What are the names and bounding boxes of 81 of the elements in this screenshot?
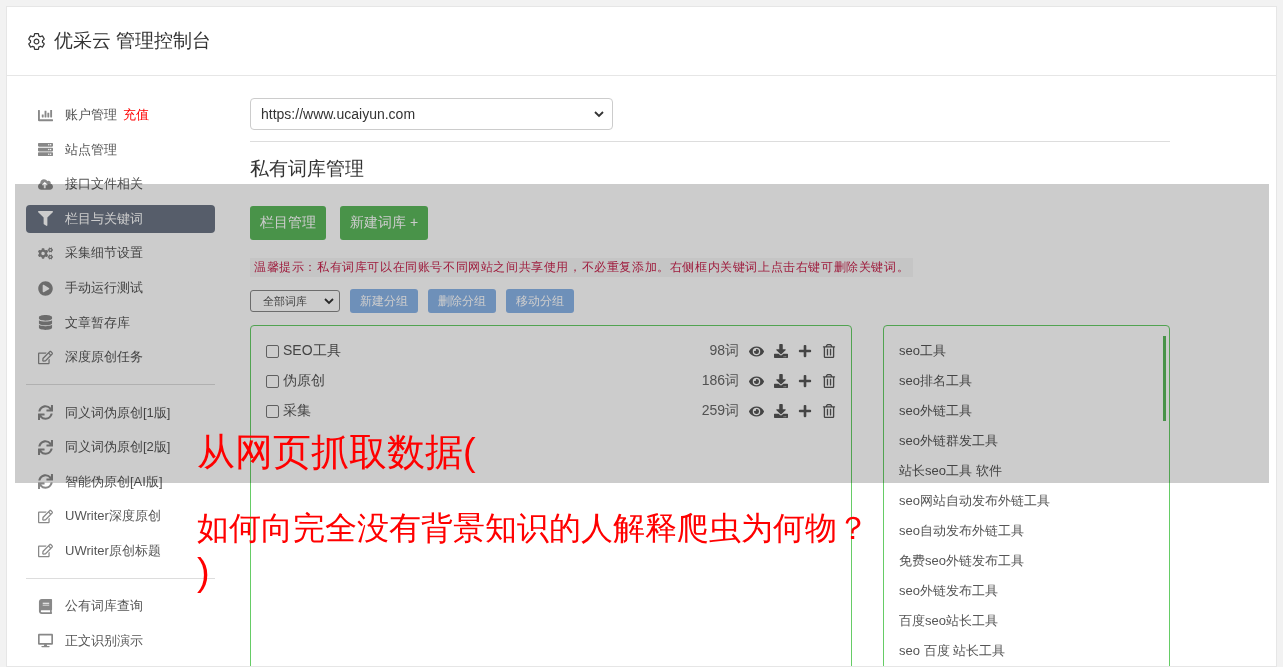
sidebar-item[interactable]: 采集细节设置	[26, 239, 215, 268]
keyword-item[interactable]: seo网站自动发布外链工具	[899, 486, 1154, 516]
edit-icon	[38, 508, 53, 524]
sidebar-label: 公有词库查询	[65, 597, 143, 616]
keyword-item[interactable]: seo外链发布工具	[899, 576, 1154, 606]
plus-icon[interactable]	[798, 403, 812, 418]
page-title: 优采云 管理控制台	[54, 29, 212, 53]
sidebar-label: 智能伪原创[AI版]	[65, 472, 163, 491]
refresh-icon	[38, 405, 53, 421]
sidebar-label: 站点管理	[65, 140, 117, 159]
checkbox[interactable]	[266, 404, 279, 418]
library-name: SEO工具	[283, 342, 341, 360]
recharge-link[interactable]: 充值	[123, 106, 149, 125]
server-icon	[38, 142, 53, 158]
sidebar-item[interactable]: 账户管理 充值	[26, 101, 215, 130]
keyword-item[interactable]: seo外链工具	[899, 396, 1154, 426]
caret-icon	[324, 297, 334, 305]
keyword-item[interactable]: seo排名工具	[899, 366, 1154, 396]
sidebar-label: 采集细节设置	[65, 244, 143, 263]
refresh-icon	[38, 474, 53, 490]
word-count: 259词	[701, 402, 739, 420]
keyword-item[interactable]: seo 百度 站长工具	[899, 636, 1154, 666]
sidebar-item[interactable]: 站点管理	[26, 135, 215, 165]
library-name: 采集	[283, 402, 311, 420]
bar-chart-icon	[38, 107, 53, 123]
checkbox[interactable]	[266, 344, 279, 358]
sidebar-label: 栏目与关键词	[65, 209, 143, 228]
filter-icon	[38, 211, 53, 227]
sidebar-label: 同义词伪原创[2版]	[65, 438, 171, 457]
edit-icon	[38, 543, 53, 559]
cloud-upload-icon	[38, 176, 53, 192]
plus-icon[interactable]	[798, 373, 812, 388]
play-icon	[38, 280, 53, 296]
tip-text: 温馨提示：私有词库可以在同账号不同网站之间共享使用，不必重复添加。右侧框内关键词上点击右键可删除关键词。	[250, 258, 914, 277]
trash-icon[interactable]	[822, 373, 836, 388]
sidebar-label: UWriter原创标题	[65, 541, 161, 560]
sidebar-item[interactable]: 同义词伪原创[1版]	[26, 398, 215, 427]
sidebar-label: 同义词伪原创[1版]	[65, 403, 171, 422]
overlay-headline: )	[197, 550, 210, 594]
download-icon[interactable]	[774, 403, 788, 418]
keyword-item[interactable]: seo自动发布外链工具	[899, 516, 1154, 546]
trash-icon[interactable]	[822, 343, 836, 358]
settings-icon	[27, 31, 46, 51]
sidebar-item[interactable]: 栏目与关键词	[26, 204, 215, 234]
keyword-item[interactable]: 百度seo站长工具	[899, 606, 1154, 636]
sidebar-label: UWriter深度原创	[65, 507, 161, 526]
refresh-icon	[38, 439, 53, 455]
section-title: 私有词库管理	[250, 157, 365, 181]
monitor-icon	[38, 633, 53, 649]
sidebar-item[interactable]: 接口文件相关	[26, 170, 215, 199]
word-count: 98词	[709, 342, 739, 360]
keyword-item[interactable]: 免费seo外链发布工具	[899, 546, 1154, 576]
keyword-item[interactable]: 站长seo工具 软件	[899, 456, 1154, 486]
database-icon	[38, 315, 53, 331]
sidebar-label: 账户管理	[65, 106, 117, 125]
library-name: 伪原创	[283, 372, 325, 390]
word-count: 186词	[701, 372, 739, 390]
gears-icon	[38, 245, 53, 261]
sidebar-item[interactable]: 文章暂存库	[26, 308, 215, 337]
edit-icon	[38, 349, 53, 365]
sidebar-item[interactable]: 手动运行测试	[26, 273, 215, 303]
sidebar-label: 接口文件相关	[65, 175, 143, 194]
download-icon[interactable]	[774, 343, 788, 358]
sidebar-label: 正文识别演示	[65, 631, 143, 650]
book-icon	[38, 598, 53, 614]
trash-icon[interactable]	[822, 403, 836, 418]
sidebar-label: 文章暂存库	[65, 313, 130, 332]
sidebar-label: 手动运行测试	[65, 279, 143, 297]
plus-icon[interactable]	[798, 343, 812, 358]
checkbox[interactable]	[266, 374, 279, 388]
sidebar-label: 深度原创任务	[65, 348, 143, 367]
sidebar-item[interactable]: 正文识别演示	[26, 626, 215, 656]
sidebar-item[interactable]: 深度原创任务	[26, 342, 215, 372]
sidebar-item[interactable]: 公有词库查询	[26, 592, 215, 621]
site-select[interactable]: https://www.ucaiyun.com	[250, 98, 613, 130]
keyword-item[interactable]: seo外链群发工具	[899, 426, 1154, 456]
scrollbar-thumb[interactable]	[1163, 336, 1166, 421]
group-select[interactable]: 全部词库	[250, 290, 340, 312]
caret-icon	[594, 110, 604, 118]
keyword-item[interactable]: seo工具	[899, 336, 1154, 366]
download-icon[interactable]	[774, 373, 788, 388]
